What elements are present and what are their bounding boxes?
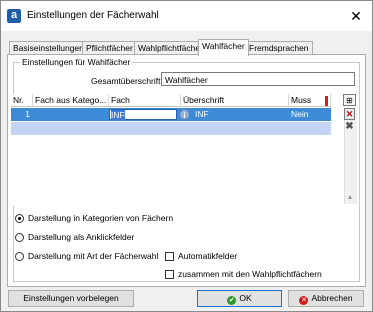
radio-anklickfelder-label: Darstellung als Anklickfelder: [28, 232, 135, 242]
tab-wahlpflichtfaecher[interactable]: Wahlpflichtfächer: [134, 41, 207, 55]
cell-ueberschrift[interactable]: INF: [193, 108, 289, 121]
checkbox-automatikfelder[interactable]: [165, 252, 174, 261]
fach-edit-field[interactable]: INF: [109, 109, 177, 120]
cancel-button[interactable]: ✕ Abbrechen: [288, 290, 364, 307]
gesamt-label: Gesamtüberschrift: [91, 76, 161, 86]
tab-wahlfaecher[interactable]: Wahlfächer: [198, 39, 249, 56]
checkbox-automatikfelder-label: Automatikfelder: [178, 251, 238, 261]
gesamt-input[interactable]: Wahlfächer: [161, 72, 355, 86]
group-legend: Einstellungen für Wahlfächer: [20, 57, 133, 67]
checkbox-zusammen-label: zusammen mit den Wahlpflichtfächern: [178, 269, 322, 279]
ok-button[interactable]: ✔ OK: [197, 290, 282, 307]
close-icon[interactable]: ✕: [346, 7, 366, 25]
subjects-grid: Nr. Fach aus Katego... Fach Überschrift …: [11, 94, 357, 206]
cell-kategorie[interactable]: [33, 108, 109, 121]
radio-kategorien[interactable]: [15, 214, 24, 223]
cancel-label: Abbrechen: [311, 293, 353, 303]
header-ueberschrift[interactable]: Überschrift: [181, 94, 289, 107]
header-fach[interactable]: Fach: [109, 94, 181, 107]
table-row[interactable]: 1 INF i INF Nein: [11, 108, 331, 121]
info-icon[interactable]: i: [179, 109, 190, 120]
header-nr[interactable]: Nr.: [11, 94, 33, 107]
header-kategorie[interactable]: Fach aus Katego...: [33, 94, 109, 107]
scroll-up-icon[interactable]: ▲: [346, 194, 354, 202]
delete-row-icon[interactable]: ✕: [344, 108, 355, 120]
tab-basiseinstellungen[interactable]: Basiseinstellungen: [9, 41, 88, 55]
column-settings-icon[interactable]: ⊞: [343, 94, 356, 106]
required-marker: [325, 96, 328, 106]
radio-anklickfelder[interactable]: [15, 233, 24, 242]
radio-art-faecherwahl-label: Darstellung mit Art der Fächerwahl: [28, 251, 159, 261]
window-title: Einstellungen der Fächerwahl: [27, 10, 159, 21]
ok-label: OK: [239, 293, 252, 303]
checkbox-zusammen[interactable]: [165, 270, 174, 279]
tab-fremdsprachen[interactable]: Fremdsprachen: [245, 41, 313, 55]
title-bar: a Einstellungen der Fächerwahl ✕: [1, 1, 372, 31]
fach-edit-value: INF: [111, 110, 125, 120]
cancel-x-icon: ✕: [299, 296, 309, 305]
dialog-window: a Einstellungen der Fächerwahl ✕ Basisei…: [0, 0, 373, 312]
app-icon: a: [7, 9, 21, 23]
radio-kategorien-label: Darstellung in Kategorien von Fächern: [28, 213, 174, 223]
table-row-new[interactable]: [11, 122, 331, 135]
cell-nr: 1: [25, 109, 30, 119]
defaults-button[interactable]: Einstellungen vorbelegen: [8, 290, 134, 307]
cell-muss[interactable]: Nein: [289, 108, 331, 121]
ok-check-icon: ✔: [227, 296, 237, 305]
tab-pflichtfaecher[interactable]: Pflichtfächer: [82, 41, 137, 55]
radio-art-faecherwahl[interactable]: [15, 252, 24, 261]
remove-icon[interactable]: ✖: [344, 121, 355, 132]
